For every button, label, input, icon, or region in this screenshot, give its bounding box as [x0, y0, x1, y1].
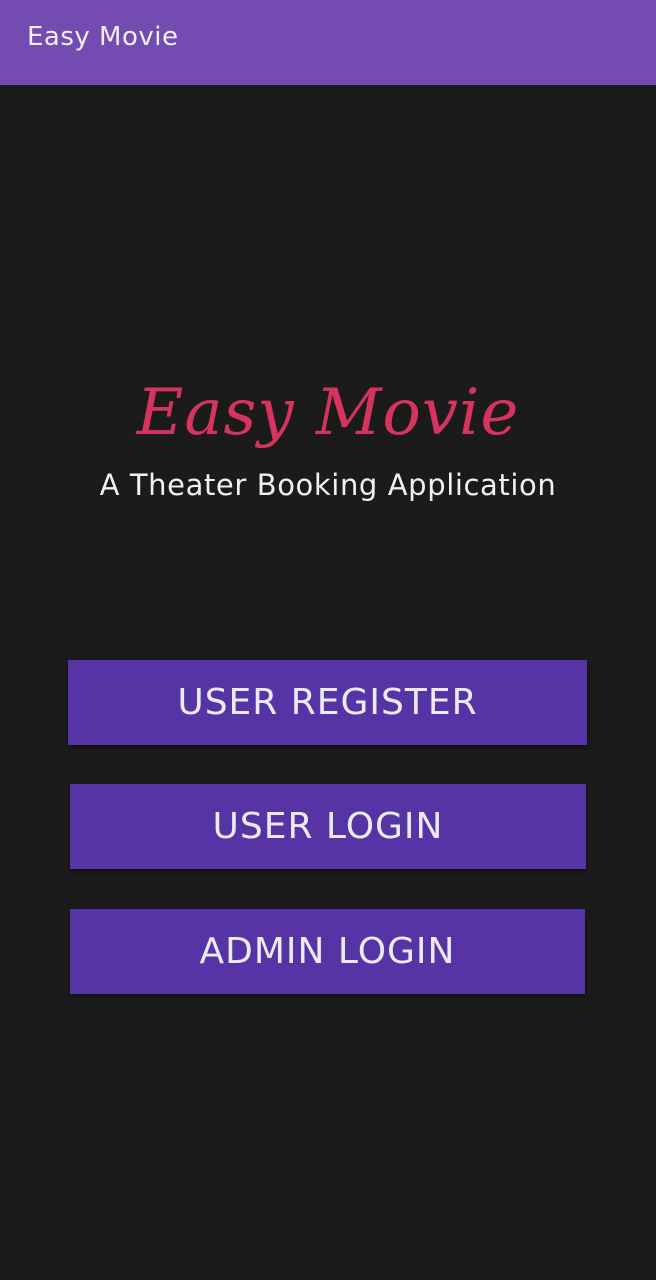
app-bar: Easy Movie [0, 0, 656, 85]
hero-subtitle: A Theater Booking Application [99, 468, 557, 502]
app-bar-title: Easy Movie [27, 22, 179, 52]
main-content: Easy Movie A Theater Booking Application… [0, 85, 656, 1280]
hero-title: Easy Movie [136, 376, 520, 450]
admin-login-button[interactable]: ADMIN LOGIN [70, 909, 585, 994]
user-login-button[interactable]: USER LOGIN [70, 784, 586, 869]
user-register-button[interactable]: USER REGISTER [68, 660, 587, 745]
